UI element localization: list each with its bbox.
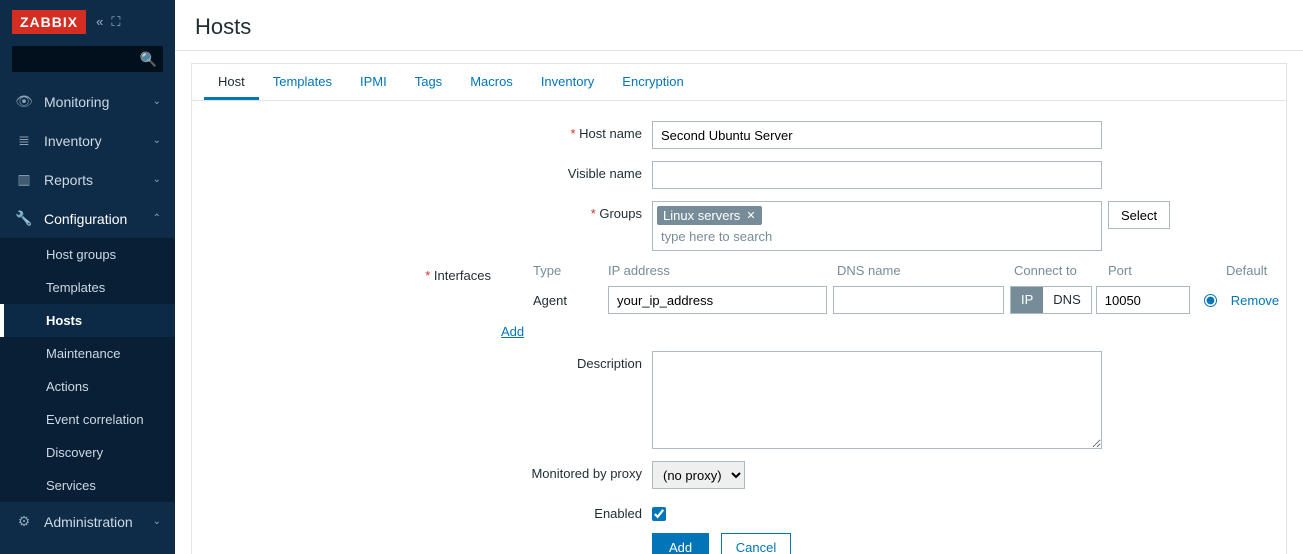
gear-icon: ⚙ (14, 513, 34, 530)
form-card: Host Templates IPMI Tags Macros Inventor… (191, 63, 1287, 554)
groups-label: * Groups (192, 201, 652, 221)
col-dns: DNS name (837, 263, 1008, 278)
visiblename-input[interactable] (652, 161, 1102, 189)
configuration-submenu: Host groups Templates Hosts Maintenance … (0, 238, 175, 502)
add-interface-link[interactable]: Add (501, 324, 524, 339)
sub-discovery[interactable]: Discovery (0, 436, 175, 469)
tab-inventory[interactable]: Inventory (527, 64, 608, 100)
tab-tags[interactable]: Tags (401, 64, 456, 100)
tab-encryption[interactable]: Encryption (608, 64, 697, 100)
col-ip: IP address (608, 263, 831, 278)
proxy-select[interactable]: (no proxy) (652, 461, 745, 489)
chevron-down-icon: ⌄ (153, 135, 161, 146)
enabled-checkbox[interactable] (652, 507, 666, 521)
add-button[interactable]: Add (652, 533, 709, 554)
chip-label: Linux servers (663, 208, 740, 223)
fullscreen-icon[interactable]: ⛶ (111, 14, 120, 30)
chart-icon: ▥ (14, 171, 34, 188)
search-icon[interactable]: 🔍 (140, 51, 157, 68)
chevron-up-icon: ⌃ (153, 213, 161, 224)
seg-ip[interactable]: IP (1011, 287, 1043, 313)
seg-dns[interactable]: DNS (1043, 287, 1090, 313)
groups-multiselect[interactable]: Linux servers ✕ (652, 201, 1102, 251)
description-textarea[interactable] (652, 351, 1102, 449)
sub-services[interactable]: Services (0, 469, 175, 502)
hostname-input[interactable] (652, 121, 1102, 149)
chevron-down-icon: ⌄ (153, 96, 161, 107)
iface-port-input[interactable] (1096, 286, 1190, 314)
nav-reports[interactable]: ▥ Reports ⌄ (0, 160, 175, 199)
iface-ip-input[interactable] (608, 286, 827, 314)
nav-monitoring[interactable]: 👁 Monitoring ⌄ (0, 82, 175, 121)
cancel-button[interactable]: Cancel (721, 533, 791, 554)
chevron-down-icon: ⌄ (153, 174, 161, 185)
default-radio[interactable] (1204, 294, 1217, 307)
hostname-label: * Host name (192, 121, 652, 141)
description-label: Description (192, 351, 652, 371)
remove-chip-icon[interactable]: ✕ (746, 209, 755, 222)
tab-templates[interactable]: Templates (259, 64, 346, 100)
collapse-icon[interactable]: « (96, 14, 103, 30)
col-type: Type (533, 263, 608, 278)
proxy-label: Monitored by proxy (192, 461, 652, 481)
sub-maintenance[interactable]: Maintenance (0, 337, 175, 370)
select-groups-button[interactable]: Select (1108, 201, 1170, 229)
nav-label: Monitoring (44, 94, 153, 110)
tab-host[interactable]: Host (204, 64, 259, 100)
interfaces-block: Type IP address DNS name Connect to Port… (501, 263, 1286, 339)
chevron-down-icon: ⌄ (153, 516, 161, 527)
wrench-icon: 🔧 (14, 210, 34, 227)
page-header: Hosts (175, 0, 1303, 51)
connect-to-segment: IP DNS (1010, 286, 1092, 314)
sub-host-groups[interactable]: Host groups (0, 238, 175, 271)
main-content: Hosts Host Templates IPMI Tags Macros In… (175, 0, 1303, 554)
sidebar-search: 🔍 (12, 46, 163, 72)
interface-header: Type IP address DNS name Connect to Port… (533, 263, 1286, 286)
sub-event-correlation[interactable]: Event correlation (0, 403, 175, 436)
interface-row: Agent IP DNS Remove (533, 286, 1286, 314)
col-port: Port (1108, 263, 1208, 278)
sub-templates[interactable]: Templates (0, 271, 175, 304)
logo[interactable]: ZABBIX (12, 10, 86, 34)
iface-type: Agent (533, 293, 608, 308)
nav-label: Administration (44, 514, 153, 530)
tab-ipmi[interactable]: IPMI (346, 64, 401, 100)
tab-macros[interactable]: Macros (456, 64, 527, 100)
interfaces-label: * Interfaces (192, 263, 501, 283)
col-connect: Connect to (1014, 263, 1104, 278)
sub-actions[interactable]: Actions (0, 370, 175, 403)
sub-hosts[interactable]: Hosts (0, 304, 175, 337)
list-icon: ≣ (14, 132, 34, 149)
nav-label: Reports (44, 172, 153, 188)
iface-dns-input[interactable] (833, 286, 1004, 314)
groups-search-input[interactable] (657, 225, 1097, 246)
enabled-label: Enabled (192, 501, 652, 521)
nav-label: Configuration (44, 211, 153, 227)
sidebar: ZABBIX « ⛶ 🔍 👁 Monitoring ⌄ ≣ Inventory … (0, 0, 175, 554)
page-title: Hosts (195, 14, 1283, 40)
nav-administration[interactable]: ⚙ Administration ⌄ (0, 502, 175, 541)
nav-configuration[interactable]: 🔧 Configuration ⌃ (0, 199, 175, 238)
visiblename-label: Visible name (192, 161, 652, 181)
nav-inventory[interactable]: ≣ Inventory ⌄ (0, 121, 175, 160)
sidebar-header: ZABBIX « ⛶ (0, 0, 175, 42)
col-default: Default (1226, 263, 1286, 278)
remove-link[interactable]: Remove (1231, 293, 1279, 308)
tabs: Host Templates IPMI Tags Macros Inventor… (192, 64, 1286, 101)
nav-label: Inventory (44, 133, 153, 149)
eye-icon: 👁 (14, 93, 34, 110)
group-chip: Linux servers ✕ (657, 206, 762, 225)
